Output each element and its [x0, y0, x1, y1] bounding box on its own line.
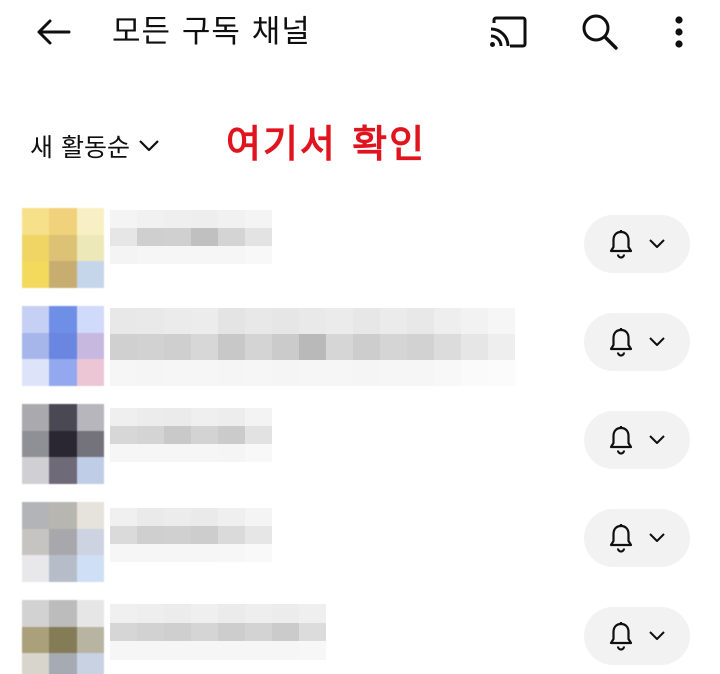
chevron-down-icon: [649, 631, 665, 640]
notification-settings-button[interactable]: [584, 607, 690, 665]
search-icon: [582, 14, 618, 50]
chevron-down-icon: [649, 533, 665, 542]
channel-name: [110, 508, 272, 562]
channel-row[interactable]: [0, 306, 720, 402]
sort-dropdown[interactable]: 새 활동순: [30, 126, 160, 166]
notification-settings-button[interactable]: [584, 215, 690, 273]
search-button[interactable]: [576, 8, 624, 56]
chevron-down-icon: [139, 140, 159, 152]
top-app-bar: 모든 구독 채널: [0, 0, 720, 70]
cast-button[interactable]: [484, 10, 532, 54]
notification-settings-button[interactable]: [584, 509, 690, 567]
bell-icon: [609, 622, 633, 651]
back-button[interactable]: [30, 12, 76, 52]
chevron-down-icon: [649, 435, 665, 444]
bell-icon: [609, 328, 633, 357]
annotation-text: 여기서 확인: [226, 122, 427, 166]
channel-avatar[interactable]: [22, 306, 104, 386]
channel-avatar[interactable]: [22, 404, 104, 484]
channel-avatar[interactable]: [22, 208, 104, 288]
notification-settings-button[interactable]: [584, 411, 690, 469]
page-title: 모든 구독 채널: [112, 14, 311, 50]
bell-icon: [609, 230, 633, 259]
cast-icon: [490, 16, 527, 48]
sort-label: 새 활동순: [30, 133, 130, 162]
channel-row[interactable]: [0, 600, 720, 674]
channel-row[interactable]: [0, 404, 720, 500]
more-vertical-icon: [675, 16, 683, 48]
channel-avatar[interactable]: [22, 502, 104, 582]
channel-name: [110, 408, 272, 462]
channel-name: [110, 308, 515, 386]
arrow-left-icon: [37, 19, 71, 45]
chevron-down-icon: [649, 239, 665, 248]
channel-row[interactable]: [0, 502, 720, 598]
bell-icon: [609, 426, 633, 455]
more-options-button[interactable]: [662, 8, 696, 56]
chevron-down-icon: [649, 337, 665, 346]
notification-settings-button[interactable]: [584, 313, 690, 371]
channel-name: [110, 210, 272, 264]
channel-row[interactable]: [0, 208, 720, 304]
bell-icon: [609, 524, 633, 553]
channel-avatar[interactable]: [22, 600, 104, 674]
channel-name: [110, 604, 326, 660]
